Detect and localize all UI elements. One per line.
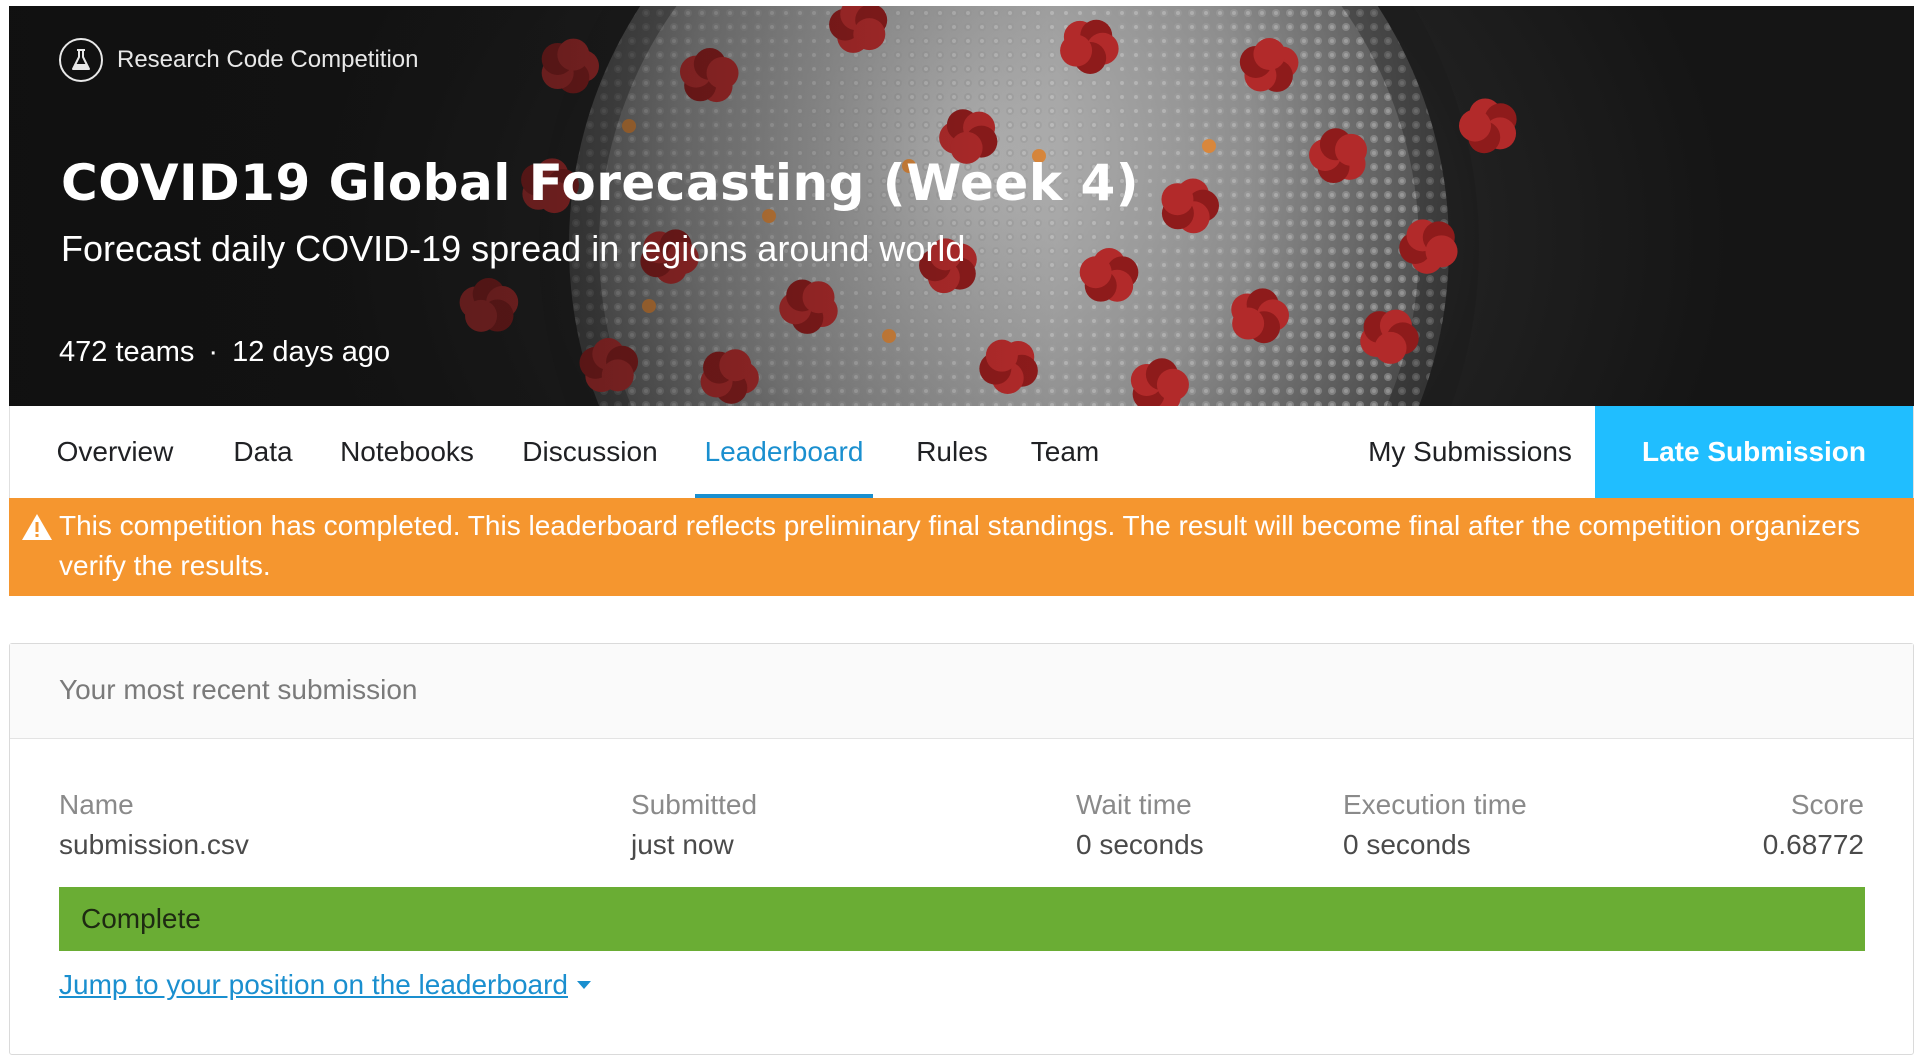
card-heading: Your most recent submission: [10, 644, 1913, 739]
name-value: submission.csv: [59, 829, 249, 860]
wait-time-label: Wait time: [1076, 789, 1192, 820]
competition-completed-alert: This competition has completed. This lea…: [9, 498, 1914, 596]
status-badge: Complete: [59, 887, 1865, 951]
jump-link-label: Jump to your position on the leaderboard: [59, 969, 568, 1000]
submitted-value: just now: [631, 829, 734, 860]
submitted-label: Submitted: [631, 789, 758, 820]
tab-data[interactable]: Data: [228, 406, 298, 498]
time-ago: 12 days ago: [232, 336, 391, 368]
score-value: 0.68772: [1762, 829, 1864, 860]
submitted-column: Submitted just now: [631, 789, 757, 861]
wait-time-column: Wait time 0 seconds: [1076, 789, 1204, 861]
tab-notebooks[interactable]: Notebooks: [332, 406, 482, 498]
recent-submission-card: Your most recent submission Name submiss…: [9, 643, 1914, 1055]
tab-discussion[interactable]: Discussion: [514, 406, 666, 498]
flask-icon: [59, 38, 103, 82]
tab-rules[interactable]: Rules: [912, 406, 992, 498]
competition-tabs: Overview Data Notebooks Discussion Leade…: [9, 406, 1914, 498]
score-label: Score: [1790, 789, 1864, 820]
tab-team[interactable]: Team: [1025, 406, 1105, 498]
warning-icon: [22, 514, 52, 540]
competition-header: Research Code Competition COVID19 Global…: [9, 6, 1914, 406]
page-subtitle: Forecast daily COVID-19 spread in region…: [61, 228, 966, 269]
jump-to-leaderboard-link[interactable]: Jump to your position on the leaderboard: [59, 969, 592, 1001]
name-column: Name submission.csv: [59, 789, 249, 861]
tab-leaderboard[interactable]: Leaderboard: [695, 406, 873, 498]
tab-overview[interactable]: Overview: [52, 406, 178, 498]
alert-text: This competition has completed. This lea…: [59, 510, 1861, 581]
my-submissions-link[interactable]: My Submissions: [1350, 406, 1590, 498]
execution-time-column: Execution time 0 seconds: [1343, 789, 1527, 861]
competition-meta: 472 teams · 12 days ago: [59, 336, 390, 369]
score-column: Score 0.68772: [1763, 789, 1864, 861]
late-submission-button[interactable]: Late Submission: [1595, 406, 1913, 498]
meta-separator: ·: [208, 336, 219, 368]
page-title: COVID19 Global Forecasting (Week 4): [61, 154, 1140, 212]
competition-type: Research Code Competition: [59, 38, 419, 82]
competition-type-label: Research Code Competition: [117, 46, 419, 73]
execution-time-value: 0 seconds: [1343, 829, 1471, 860]
team-count: 472 teams: [59, 336, 195, 368]
wait-time-value: 0 seconds: [1076, 829, 1204, 860]
execution-time-label: Execution time: [1343, 789, 1527, 820]
name-label: Name: [59, 789, 134, 820]
caret-down-icon: [577, 981, 591, 989]
